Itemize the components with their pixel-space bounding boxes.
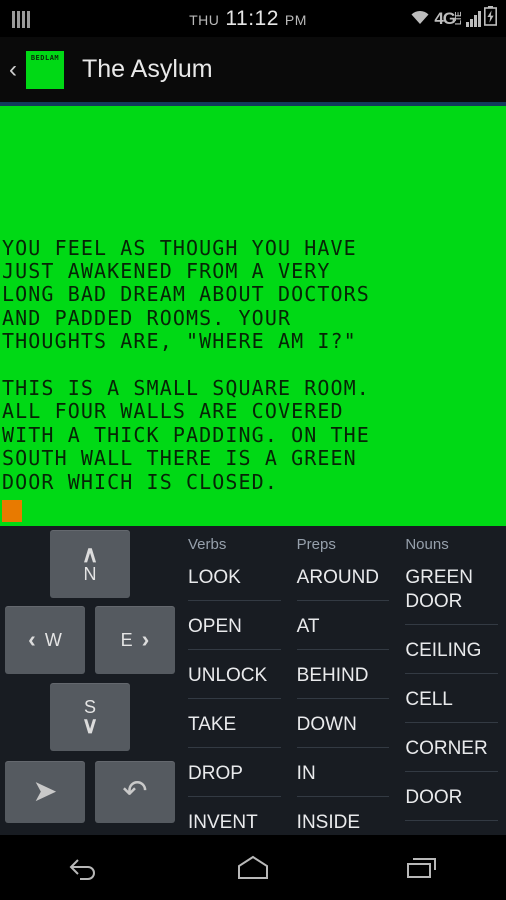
word-lists: Verbs LOOK OPEN UNLOCK TAKE DROP INVENT … — [180, 526, 506, 835]
verbs-column: Verbs LOOK OPEN UNLOCK TAKE DROP INVENT — [180, 532, 289, 835]
status-am-pm: PM — [284, 11, 307, 28]
terminal-cursor — [2, 500, 22, 522]
signal-bars-icon — [466, 10, 481, 27]
android-nav-bar — [0, 835, 506, 900]
nouns-header: Nouns — [405, 536, 449, 553]
list-item[interactable]: DOOR — [405, 783, 499, 821]
preps-column: Preps AROUND AT BEHIND DOWN IN INSIDE — [289, 532, 398, 835]
list-item[interactable]: INSIDE — [297, 808, 390, 835]
move-east-button[interactable]: E › — [95, 606, 175, 674]
list-item[interactable]: CORNER — [405, 734, 499, 772]
network-sub-label: LTE — [454, 11, 463, 25]
terminal-text: YOU FEEL AS THOUGH YOU HAVE JUST AWAKENE… — [2, 235, 370, 494]
phone-screen: THU 11:12 PM 4G LTE ‹ BEDLAM The Asylum … — [0, 0, 506, 900]
chevron-right-icon: › — [141, 626, 150, 653]
network-type-label: 4G — [434, 9, 456, 28]
move-north-button[interactable]: ∧ N — [50, 530, 130, 598]
chevron-left-icon: ‹ — [28, 626, 36, 653]
wifi-icon — [409, 8, 431, 30]
list-item[interactable]: IN — [296, 759, 390, 797]
direction-pad: ∧ N ‹ W E › S ∨ ➤ ↶ — [0, 526, 180, 835]
undo-button[interactable]: ↶ — [95, 761, 175, 823]
move-south-button[interactable]: S ∨ — [50, 683, 130, 751]
nav-home-button[interactable] — [208, 843, 298, 893]
list-item[interactable]: CEILING — [405, 636, 499, 674]
list-item[interactable]: UNLOCK — [188, 661, 281, 699]
battery-charging-icon — [484, 6, 497, 31]
list-item[interactable]: OPEN — [188, 612, 281, 650]
list-item[interactable]: TAKE — [188, 710, 281, 748]
send-command-button[interactable]: ➤ — [5, 761, 85, 823]
list-item[interactable]: AROUND — [296, 563, 390, 601]
app-bar: ‹ BEDLAM The Asylum — [0, 37, 506, 102]
list-item[interactable]: INVENT — [188, 808, 281, 835]
app-icon-label: BEDLAM — [30, 53, 60, 62]
status-bar-left — [0, 10, 120, 28]
undo-icon: ↶ — [122, 775, 148, 808]
list-item[interactable]: DROP — [188, 759, 281, 797]
preps-header: Preps — [296, 536, 336, 553]
list-item[interactable]: GREEN DOOR — [405, 563, 499, 625]
list-item[interactable]: BEHIND — [296, 661, 390, 699]
page-title: The Asylum — [82, 55, 213, 83]
move-north-label: N — [83, 563, 97, 584]
status-bar-clock: THU 11:12 PM — [120, 7, 376, 31]
list-item[interactable]: AT — [296, 612, 390, 650]
chevron-up-icon: ∧ — [81, 541, 99, 568]
status-time: 11:12 — [225, 6, 279, 30]
send-icon: ➤ — [32, 775, 58, 808]
list-item[interactable]: CELL — [405, 685, 499, 723]
nav-recents-button[interactable] — [377, 843, 467, 893]
verbs-header: Verbs — [188, 536, 227, 553]
move-west-label: W — [44, 630, 62, 650]
move-east-label: E — [120, 630, 133, 650]
list-item[interactable]: LOOK — [188, 563, 281, 601]
list-item[interactable]: DOWN — [296, 710, 390, 748]
back-chevron-icon[interactable]: ‹ — [2, 57, 24, 82]
status-bar: THU 11:12 PM 4G LTE — [0, 0, 506, 37]
nav-back-button[interactable] — [39, 843, 129, 893]
status-bar-right: 4G LTE — [376, 6, 506, 31]
app-icon[interactable]: BEDLAM — [26, 50, 64, 89]
control-panel: ∧ N ‹ W E › S ∨ ➤ ↶ Verbs LOOK OPEN UNLO… — [0, 526, 506, 835]
equalizer-bars-icon — [12, 10, 30, 28]
move-west-button[interactable]: ‹ W — [5, 606, 85, 674]
nouns-column: Nouns GREEN DOOR CEILING CELL CORNER DOO… — [397, 532, 506, 835]
network-type-icon: 4G LTE — [434, 10, 463, 27]
status-day-of-week: THU — [189, 11, 220, 28]
chevron-down-icon: ∨ — [81, 712, 99, 739]
game-terminal[interactable]: YOU FEEL AS THOUGH YOU HAVE JUST AWAKENE… — [0, 106, 506, 526]
